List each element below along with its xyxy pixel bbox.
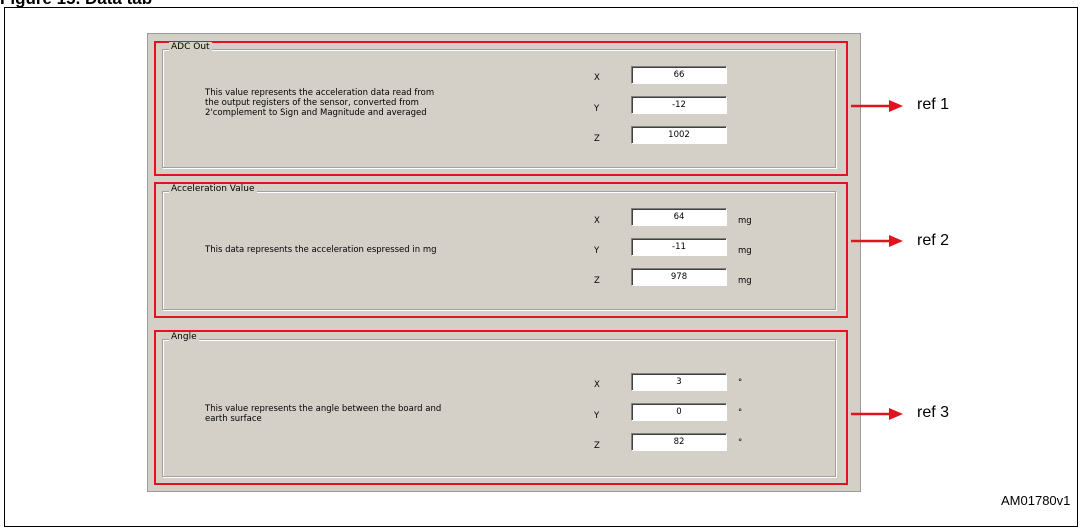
angle-y-degree: ° [738,408,743,418]
ref-2-label: ref 2 [917,232,950,249]
accel-z-unit: mg [738,276,752,286]
acceleration-value-description: This data represents the acceleration es… [205,245,437,255]
adc-y-field[interactable]: -12 [631,96,727,114]
angle-z-field[interactable]: 82 [631,433,727,451]
accel-x-unit: mg [738,216,752,226]
angle-x-field[interactable]: 3 [631,373,727,391]
angle-description: This value represents the angle between … [205,404,442,424]
ref-3-label: ref 3 [917,404,950,421]
angle-z-degree: ° [738,438,743,448]
angle-x-label: X [594,380,600,390]
ref-1-label: ref 1 [917,96,950,113]
accel-y-label: Y [594,246,600,256]
accel-x-field[interactable]: 64 [631,208,727,226]
adc-y-label: Y [594,104,600,114]
ref-1-arrow-icon [851,100,903,112]
adc-x-label: X [594,73,600,83]
angle-title: Angle [169,332,199,342]
adc-x-field[interactable]: 66 [631,66,727,84]
adc-z-label: Z [594,134,600,144]
adc-out-description: This value represents the acceleration d… [205,88,435,118]
angle-x-degree: ° [738,378,743,388]
angle-y-label: Y [594,411,600,421]
angle-y-field[interactable]: 0 [631,403,727,421]
figure-code: AM01780v1 [1001,493,1071,508]
adc-out-title: ADC Out [169,42,212,52]
accel-y-unit: mg [738,246,752,256]
accel-x-label: X [594,216,600,226]
angle-z-label: Z [594,441,600,451]
ref-2-arrow-icon [851,235,903,247]
adc-z-field[interactable]: 1002 [631,126,727,144]
acceleration-value-title: Acceleration Value [169,184,257,194]
accel-z-label: Z [594,276,600,286]
ref-3-arrow-icon [851,408,903,420]
accel-z-field[interactable]: 978 [631,268,727,286]
accel-y-field[interactable]: -11 [631,238,727,256]
